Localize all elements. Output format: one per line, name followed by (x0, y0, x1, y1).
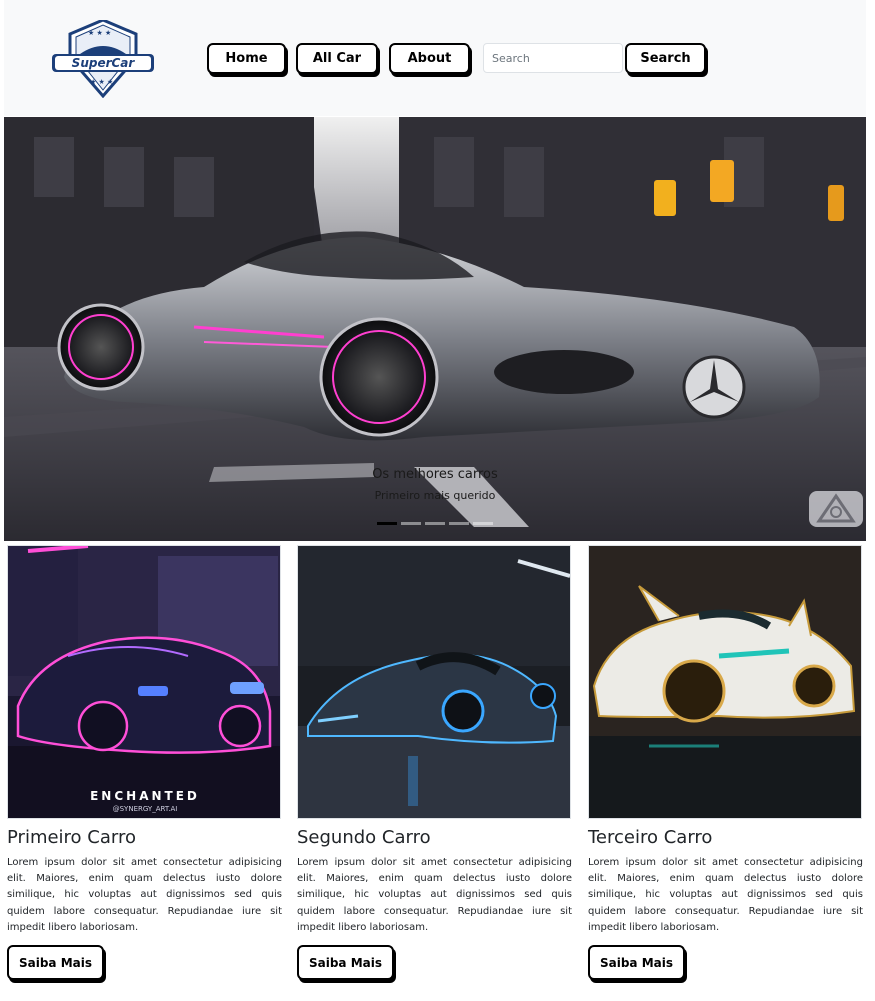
carousel-indicator[interactable] (377, 522, 397, 525)
carousel-indicator[interactable] (473, 522, 493, 525)
car-card-2: Segundo Carro Lorem ipsum dolor sit amet… (297, 545, 573, 980)
saiba-mais-button[interactable]: Saiba Mais (297, 945, 394, 980)
card-image-2 (297, 545, 571, 819)
carousel-caption-title: Os melhores carros (372, 467, 498, 482)
car-card-3: Terceiro Carro Lorem ipsum dolor sit ame… (588, 545, 864, 980)
corner-badge (809, 491, 863, 527)
carousel-caption-subtitle: Primeiro mais querido (374, 489, 496, 502)
card-image-watermark: ENCHANTED (90, 789, 200, 803)
supercar-logo[interactable]: ★ ★ ★ SuperCar ★ ★ ★ (50, 18, 156, 99)
card-image-credit: @SYNERGY_ART.AI (113, 805, 178, 813)
carousel-indicator[interactable] (401, 522, 421, 525)
nav-all-car-button[interactable]: All Car (296, 43, 378, 74)
card-text: Lorem ipsum dolor sit amet consectetur a… (588, 857, 863, 933)
card-image-3 (588, 545, 862, 819)
nav-about-button[interactable]: About (389, 43, 470, 74)
search-input[interactable] (483, 43, 623, 73)
car-card-1: ENCHANTED @SYNERGY_ART.AI Primeiro Carro… (7, 545, 283, 980)
svg-text:★ ★ ★: ★ ★ ★ (90, 78, 113, 86)
carousel-indicator[interactable] (449, 522, 469, 525)
card-text: Lorem ipsum dolor sit amet consectetur a… (297, 857, 572, 933)
card-title: Terceiro Carro (588, 827, 713, 848)
card-title: Segundo Carro (297, 827, 431, 848)
search-button[interactable]: Search (625, 43, 706, 74)
hero-carousel[interactable]: Os melhores carros Primeiro mais querido (4, 117, 866, 541)
card-title: Primeiro Carro (7, 827, 136, 848)
carousel-indicators (377, 522, 493, 525)
card-image-1: ENCHANTED @SYNERGY_ART.AI (7, 545, 281, 819)
watermark-icon (816, 493, 856, 523)
carousel-indicator[interactable] (425, 522, 445, 525)
svg-text:★ ★ ★: ★ ★ ★ (88, 29, 111, 37)
nav-home-button[interactable]: Home (207, 43, 286, 74)
saiba-mais-button[interactable]: Saiba Mais (7, 945, 104, 980)
saiba-mais-button[interactable]: Saiba Mais (588, 945, 685, 980)
navbar: ★ ★ ★ SuperCar ★ ★ ★ Home All Car About … (4, 0, 866, 116)
logo-text: SuperCar (72, 56, 136, 70)
card-text: Lorem ipsum dolor sit amet consectetur a… (7, 857, 282, 933)
